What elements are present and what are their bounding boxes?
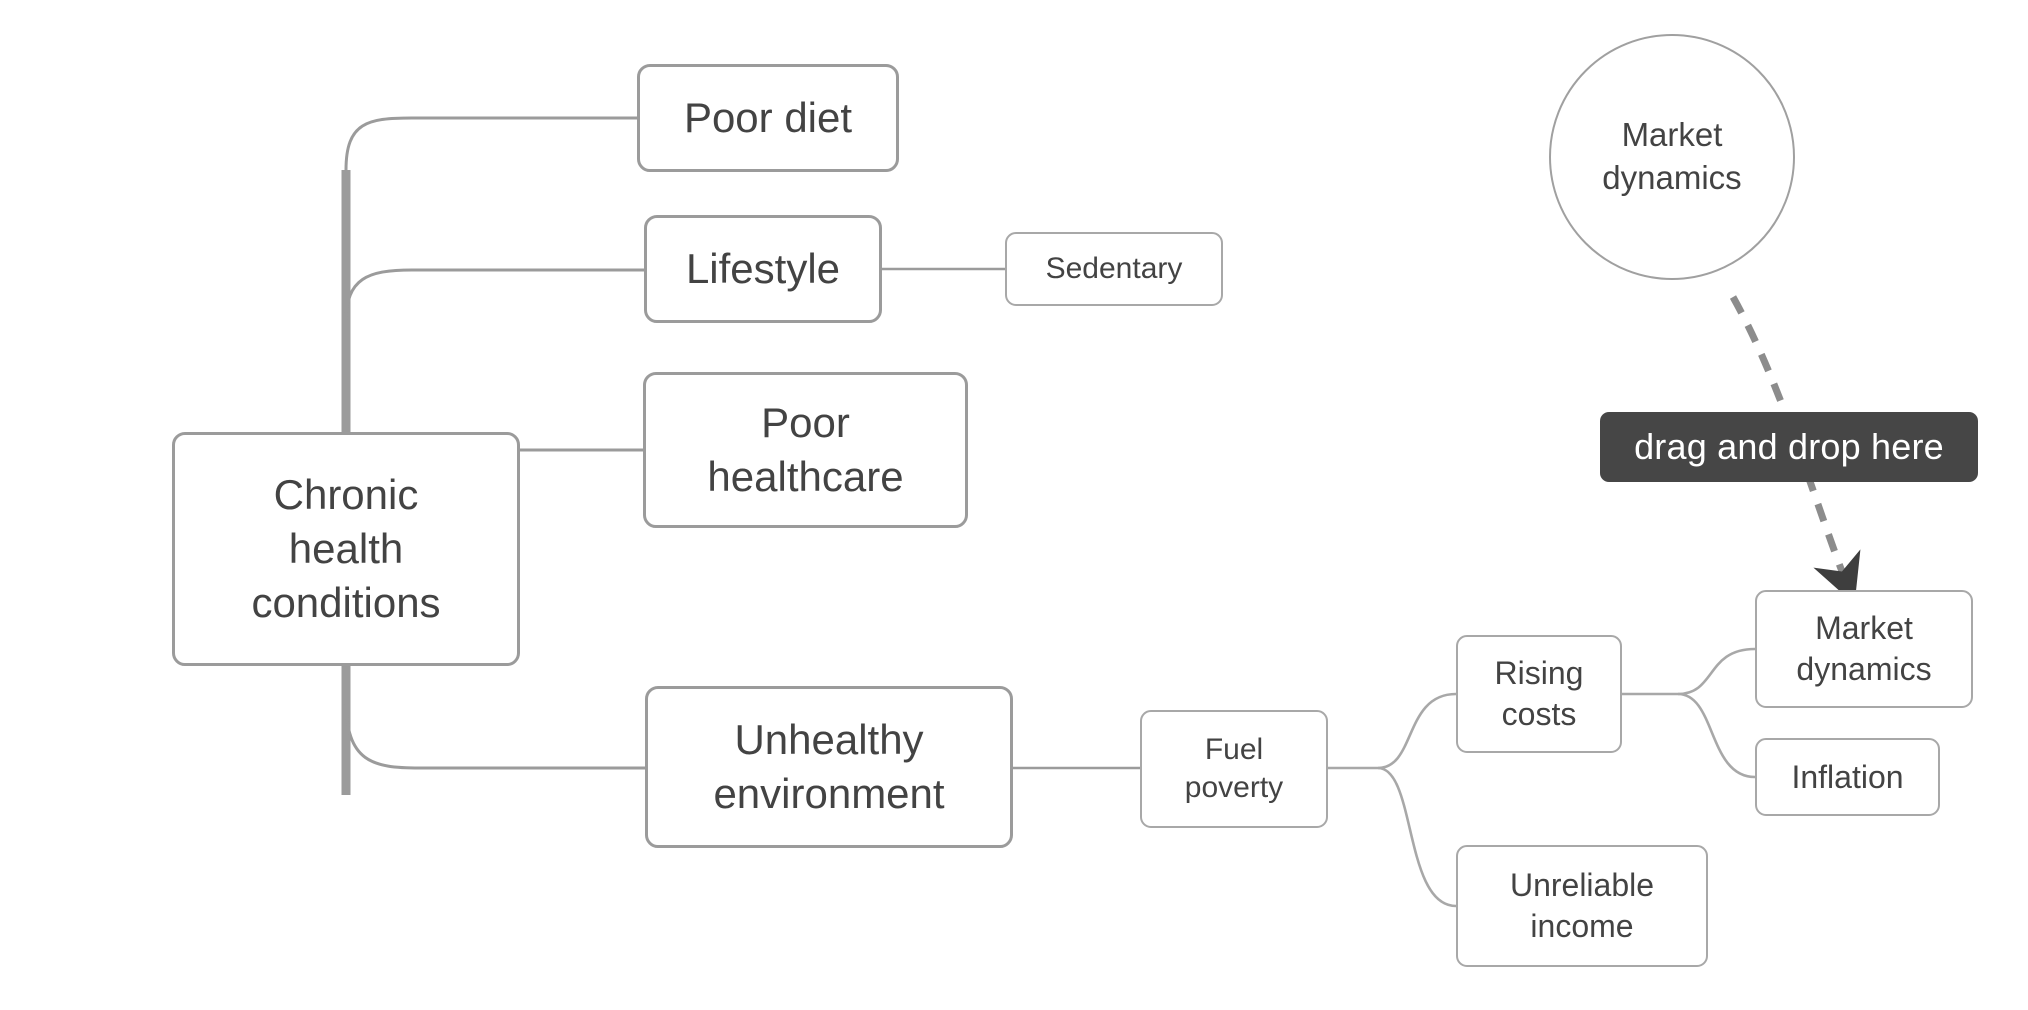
mindmap-node-unhealthy-environment[interactable]: Unhealthy environment	[645, 686, 1013, 848]
mindmap-node-root[interactable]: Chronic health conditions	[172, 432, 520, 666]
floating-node-market-dynamics[interactable]: Market dynamics	[1549, 34, 1795, 280]
mindmap-node-unreliable-income[interactable]: Unreliable income	[1456, 845, 1708, 967]
mindmap-node-lifestyle[interactable]: Lifestyle	[644, 215, 882, 323]
edge-root-poor-diet	[344, 116, 637, 171]
edge-rising-costs-market-dynamics	[1622, 647, 1756, 696]
mindmap-node-rising-costs[interactable]: Rising costs	[1456, 635, 1622, 753]
edge-root-unhealthy-environment	[344, 699, 645, 770]
mindmap-node-fuel-poverty[interactable]: Fuel poverty	[1140, 710, 1328, 828]
edge-rising-costs-inflation	[1677, 692, 1756, 779]
drag-and-drop-tooltip: drag and drop here	[1600, 412, 1978, 482]
mindmap-canvas: Chronic health conditions Poor diet Life…	[0, 0, 2028, 1010]
mindmap-node-sedentary[interactable]: Sedentary	[1005, 232, 1223, 306]
mindmap-node-poor-healthcare[interactable]: Poor healthcare	[643, 372, 968, 528]
edge-fuel-poverty-unreliable-income	[1377, 766, 1457, 908]
mindmap-node-poor-diet[interactable]: Poor diet	[637, 64, 899, 172]
edge-root-lifestyle	[344, 268, 644, 323]
mindmap-node-market-dynamics[interactable]: Market dynamics	[1755, 590, 1973, 708]
mindmap-node-inflation[interactable]: Inflation	[1755, 738, 1940, 816]
edge-fuel-poverty-rising-costs	[1328, 692, 1457, 770]
